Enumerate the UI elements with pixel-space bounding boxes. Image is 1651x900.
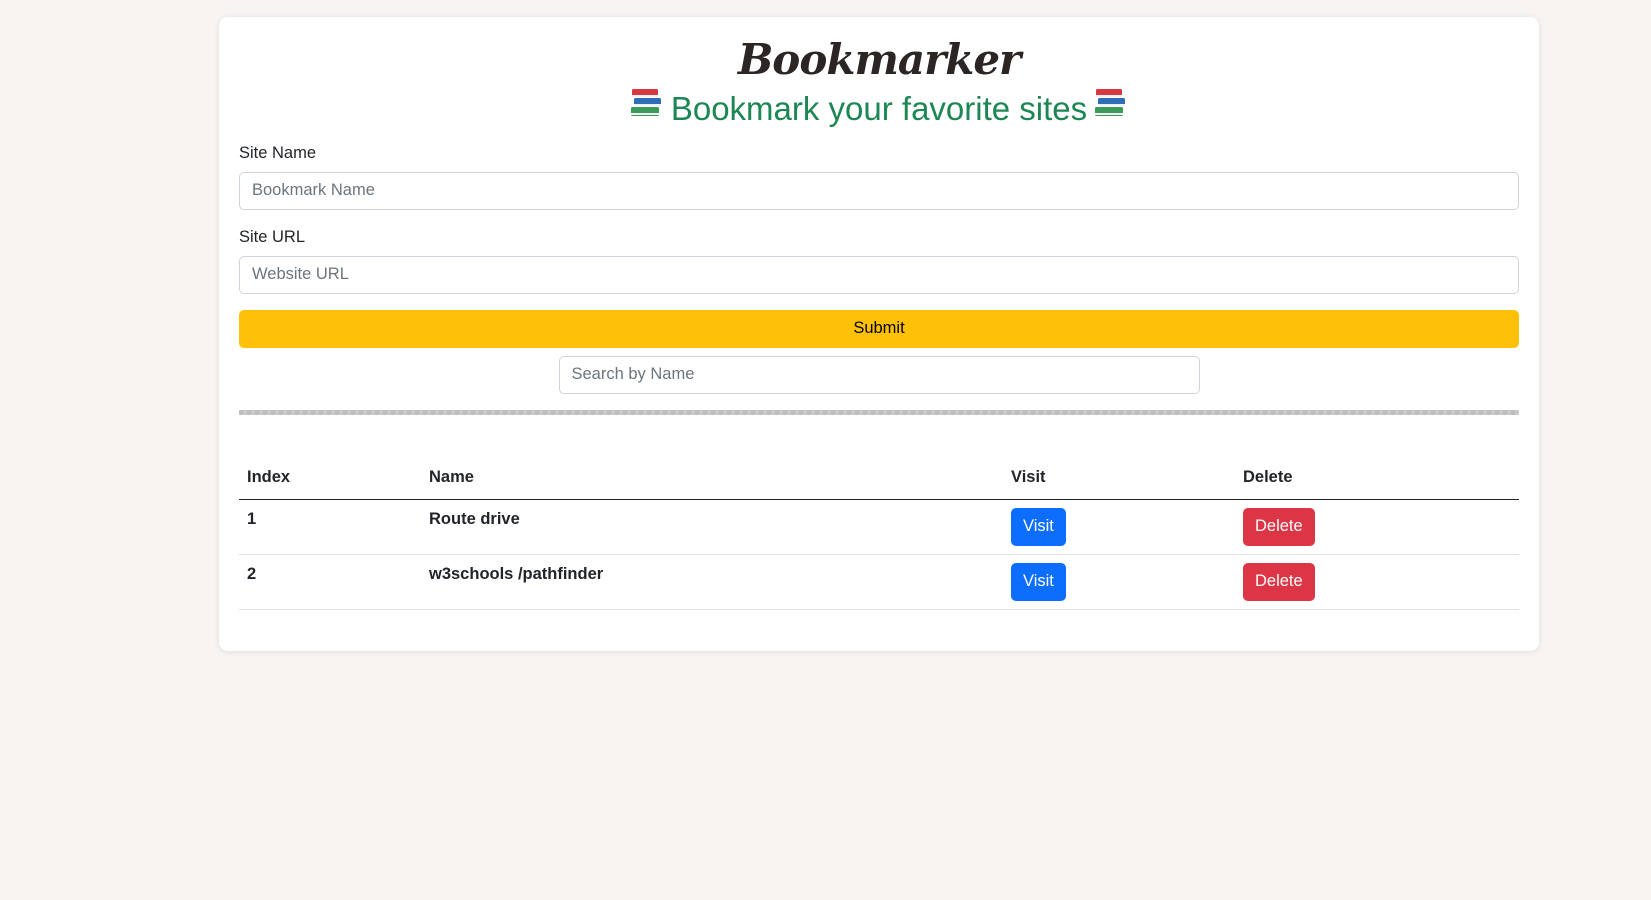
row-visit-cell: Visit (1003, 499, 1235, 555)
delete-button[interactable]: Delete (1243, 507, 1315, 546)
books-icon (629, 86, 665, 131)
row-index-cell: 2 (239, 554, 421, 610)
search-input[interactable] (558, 355, 1200, 394)
row-delete-cell: Delete (1235, 554, 1519, 610)
header-index: Index (239, 466, 421, 500)
submit-button[interactable]: Submit (239, 309, 1519, 348)
visit-button[interactable]: Visit (1011, 562, 1066, 601)
app-title: Bookmarker (737, 35, 1021, 84)
row-name: Route drive (429, 509, 520, 528)
site-url-label: Site URL (239, 227, 306, 246)
row-index-cell: 1 (239, 499, 421, 555)
visit-button[interactable]: Visit (1011, 507, 1066, 546)
site-url-input[interactable] (239, 255, 1519, 294)
row-delete-cell: Delete (1235, 499, 1519, 555)
table-row: 2 w3schools /pathfinder Visit Delete (239, 554, 1519, 610)
site-name-input[interactable] (239, 171, 1519, 210)
row-visit-cell: Visit (1003, 554, 1235, 610)
header-delete: Delete (1235, 466, 1519, 500)
header-name: Name (421, 466, 1003, 500)
table-row: 1 Route drive Visit Delete (239, 499, 1519, 555)
row-index: 2 (247, 564, 257, 583)
divider (239, 409, 1519, 415)
row-name: w3schools /pathfinder (429, 564, 604, 583)
table-header-row: Index Name Visit Delete (239, 466, 1519, 500)
header-visit: Visit (1003, 466, 1235, 500)
site-name-label: Site Name (239, 143, 317, 162)
subtitle: Bookmark your favorite sites (239, 87, 1519, 134)
row-index: 1 (247, 509, 257, 528)
books-icon (1093, 86, 1129, 131)
bookmarker-card: Bookmarker Bookmark your favorite sites … (219, 17, 1539, 651)
subtitle-text: Bookmark your favorite sites (670, 90, 1088, 127)
row-name-cell: w3schools /pathfinder (421, 554, 1003, 610)
row-name-cell: Route drive (421, 499, 1003, 555)
delete-button[interactable]: Delete (1243, 562, 1315, 601)
bookmarks-table: Index Name Visit Delete 1 Route drive Vi… (239, 466, 1519, 610)
